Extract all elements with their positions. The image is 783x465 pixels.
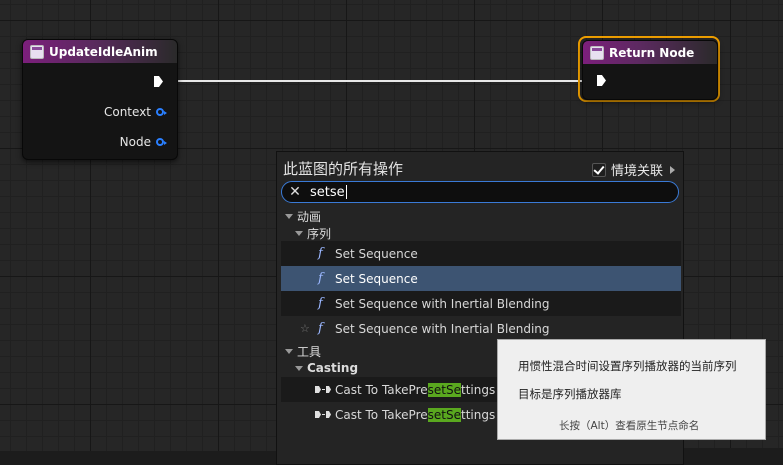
- tooltip-target: 目标是序列播放器库: [518, 387, 622, 401]
- context-pin[interactable]: Context: [103, 105, 167, 119]
- clear-x-icon[interactable]: ✕: [288, 185, 302, 199]
- expand-arrow-icon[interactable]: [295, 365, 303, 371]
- search-highlight: Se: [445, 382, 461, 397]
- action-item[interactable]: ☆ f Set Sequence with Inertial Blending: [281, 316, 681, 341]
- exec-in-pin-icon[interactable]: [597, 75, 606, 86]
- action-label: Set Sequence: [335, 271, 418, 286]
- action-item[interactable]: f Set Sequence: [281, 241, 681, 266]
- bottom-bar: [0, 451, 276, 465]
- function-f-icon: f: [318, 321, 323, 336]
- expand-arrow-icon[interactable]: [285, 349, 293, 354]
- node-title: Return Node: [609, 45, 695, 60]
- favorite-star-icon[interactable]: ☆: [300, 322, 310, 335]
- category-label: Casting: [307, 361, 359, 375]
- action-item-selected[interactable]: f Set Sequence: [281, 266, 681, 291]
- object-pin-icon[interactable]: [156, 138, 167, 146]
- pin-label: Context: [103, 105, 151, 119]
- function-node-icon: [590, 45, 604, 60]
- context-sensitive-toggle[interactable]: 情境关联: [591, 160, 675, 179]
- chevron-right-icon[interactable]: [670, 165, 675, 174]
- category-label: 工具: [297, 345, 322, 359]
- return-node[interactable]: Return Node: [582, 40, 718, 100]
- function-f-icon: f: [318, 296, 323, 311]
- function-f-icon: f: [318, 271, 323, 286]
- bottom-bar-right: [684, 448, 783, 465]
- category-casting[interactable]: Casting: [295, 361, 358, 375]
- expand-arrow-icon[interactable]: [295, 231, 303, 236]
- function-node-icon: [30, 44, 44, 59]
- cast-node-icon: [315, 411, 331, 418]
- node-title: UpdateIdleAnim: [49, 44, 158, 59]
- search-text[interactable]: setse: [310, 185, 347, 200]
- exec-out-pin-icon[interactable]: [154, 76, 163, 87]
- action-label: Set Sequence with Inertial Blending: [335, 296, 550, 311]
- category-label: 序列: [307, 227, 332, 241]
- action-label: Cast To TakePresetSettings: [335, 382, 496, 397]
- update-idle-anim-node[interactable]: UpdateIdleAnim Context Node: [22, 39, 178, 160]
- node-header[interactable]: Return Node: [583, 41, 717, 64]
- category-tools[interactable]: 工具: [285, 343, 321, 360]
- tooltip-hint: 长按（Alt）查看原生节点命名: [559, 420, 700, 432]
- cast-node-icon: [315, 386, 331, 393]
- search-highlight: Se: [445, 407, 461, 422]
- action-label: Set Sequence: [335, 246, 418, 261]
- tooltip-description: 用惯性混合时间设置序列播放器的当前序列: [518, 359, 737, 373]
- action-tooltip: 用惯性混合时间设置序列播放器的当前序列 目标是序列播放器库 长按（Alt）查看原…: [497, 339, 766, 440]
- exec-wire: [165, 80, 600, 82]
- checkbox-checked-icon[interactable]: [591, 162, 606, 177]
- function-f-icon: f: [318, 246, 323, 261]
- pin-label: Node: [119, 135, 151, 149]
- category-animation[interactable]: 动画: [285, 208, 321, 225]
- text-caret: [345, 185, 347, 199]
- action-menu-title: 此蓝图的所有操作: [283, 160, 404, 178]
- action-item[interactable]: f Set Sequence with Inertial Blending: [281, 291, 681, 316]
- expand-arrow-icon[interactable]: [285, 214, 293, 219]
- object-pin-icon[interactable]: [156, 108, 167, 116]
- node-pin[interactable]: Node: [119, 135, 167, 149]
- node-header[interactable]: UpdateIdleAnim: [23, 40, 177, 63]
- category-sequence[interactable]: 序列: [295, 225, 331, 242]
- action-label: Cast To TakePresetSettings: [335, 407, 496, 422]
- action-label: Set Sequence with Inertial Blending: [335, 321, 550, 336]
- search-highlight: set: [427, 407, 446, 422]
- search-input[interactable]: ✕ setse: [281, 181, 679, 203]
- context-sensitive-label: 情境关联: [610, 164, 663, 179]
- search-highlight: set: [427, 382, 446, 397]
- category-label: 动画: [297, 210, 322, 224]
